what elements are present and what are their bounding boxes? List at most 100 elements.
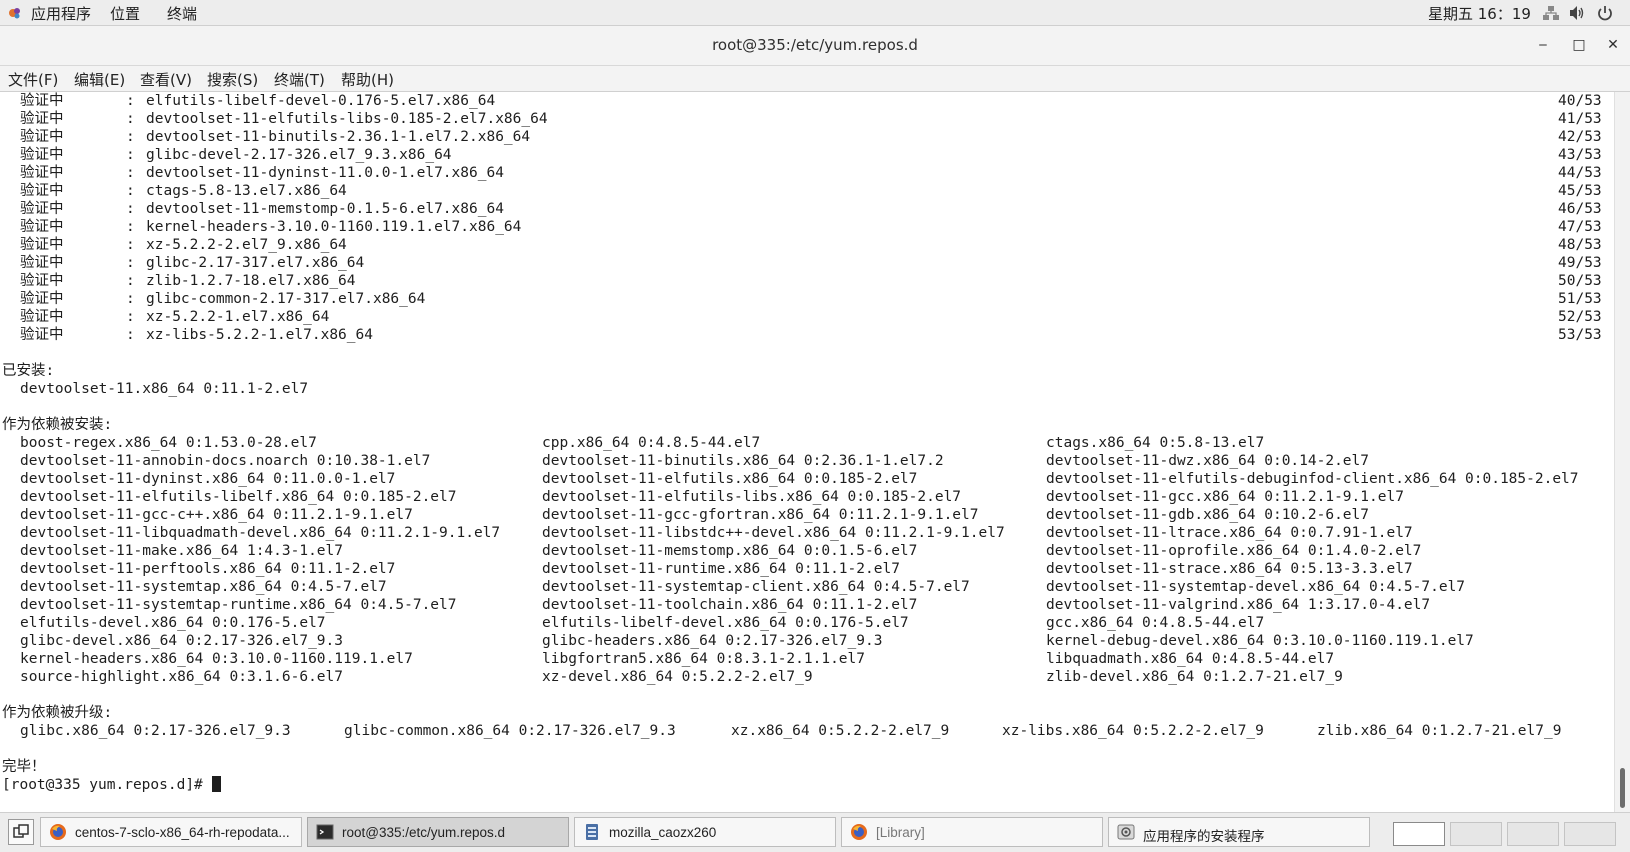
dependency-package: devtoolset-11-gcc-c++.x86_64 0:11.2.1-9.…	[20, 507, 413, 523]
dependency-package: devtoolset-11-elfutils.x86_64 0:0.185-2.…	[542, 471, 918, 487]
dependency-package: elfutils-devel.x86_64 0:0.176-5.el7	[20, 615, 326, 631]
taskbar-item[interactable]: 应用程序的安装程序	[1108, 817, 1370, 847]
verify-package: xz-5.2.2-1.el7.x86_64	[146, 309, 330, 325]
verify-separator: :	[126, 327, 135, 343]
terminal-output[interactable]: 验证中: elfutils-libelf-devel-0.176-5.el7.x8…	[0, 92, 1614, 812]
taskbar-item[interactable]: [Library]	[841, 817, 1103, 847]
upgraded-package: glibc.x86_64 0:2.17-326.el7_9.3	[20, 723, 291, 739]
top-panel: 应用程序 位置 终端 星期五 16：19	[0, 0, 1630, 26]
verify-separator: :	[126, 165, 135, 181]
dependency-package: devtoolset-11-systemtap-runtime.x86_64 0…	[20, 597, 457, 613]
verify-separator: :	[126, 93, 135, 109]
verify-label: 验证中	[20, 201, 64, 217]
workspace-1[interactable]	[1393, 822, 1445, 846]
maximize-button[interactable]: □	[1566, 32, 1592, 58]
window-titlebar[interactable]: root@335:/etc/yum.repos.d ‒ □ ✕	[0, 26, 1630, 66]
file-manager-icon	[586, 824, 598, 840]
dependency-package: kernel-headers.x86_64 0:3.10.0-1160.119.…	[20, 651, 413, 667]
volume-icon[interactable]	[1568, 4, 1586, 22]
verify-label: 验证中	[20, 93, 64, 109]
verify-count: 41/53	[1558, 111, 1602, 127]
dependency-package: devtoolset-11-annobin-docs.noarch 0:10.3…	[20, 453, 431, 469]
dependency-package: libgfortran5.x86_64 0:8.3.1-2.1.1.el7	[542, 651, 866, 667]
taskbar-item-label: mozilla_caozx260	[609, 825, 717, 840]
dependency-package: devtoolset-11-gdb.x86_64 0:10.2-6.el7	[1046, 507, 1370, 523]
dependencies-header: 作为依赖被安装:	[2, 417, 113, 433]
dependency-package: devtoolset-11-make.x86_64 1:4.3-1.el7	[20, 543, 344, 559]
scrollbar-thumb[interactable]	[1620, 768, 1625, 808]
power-icon[interactable]	[1596, 4, 1614, 22]
applications-menu[interactable]: 应用程序	[31, 3, 91, 24]
verify-count: 50/53	[1558, 273, 1602, 289]
terminal-scrollbar[interactable]	[1614, 92, 1630, 812]
dependency-package: devtoolset-11-elfutils-libelf.x86_64 0:0…	[20, 489, 457, 505]
dependency-package: devtoolset-11-oprofile.x86_64 0:1.4.0-2.…	[1046, 543, 1422, 559]
dependency-package: devtoolset-11-dyninst.x86_64 0:11.0.0-1.…	[20, 471, 396, 487]
menu-terminal[interactable]: 终端(T)	[274, 69, 325, 90]
dependency-package: devtoolset-11-systemtap.x86_64 0:4.5-7.e…	[20, 579, 387, 595]
verify-separator: :	[126, 255, 135, 271]
applications-menu-icon[interactable]	[8, 6, 22, 20]
verify-count: 45/53	[1558, 183, 1602, 199]
dependency-package: cpp.x86_64 0:4.8.5-44.el7	[542, 435, 761, 451]
verify-label: 验证中	[20, 291, 64, 307]
installer-icon	[1117, 824, 1135, 840]
menubar: 文件(F) 编辑(E) 查看(V) 搜索(S) 终端(T) 帮助(H)	[0, 66, 1630, 92]
verify-label: 验证中	[20, 273, 64, 289]
taskbar-item[interactable]: centos-7-sclo-x86_64-rh-repodata...	[40, 817, 302, 847]
dependency-package: glibc-devel.x86_64 0:2.17-326.el7_9.3	[20, 633, 344, 649]
menu-view[interactable]: 查看(V)	[140, 69, 192, 90]
terminal-app-menu[interactable]: 终端	[167, 3, 197, 24]
dependency-package: glibc-headers.x86_64 0:2.17-326.el7_9.3	[542, 633, 883, 649]
taskbar: centos-7-sclo-x86_64-rh-repodata... root@…	[0, 812, 1630, 852]
verify-separator: :	[126, 129, 135, 145]
verify-count: 49/53	[1558, 255, 1602, 271]
verify-count: 46/53	[1558, 201, 1602, 217]
taskbar-item[interactable]: root@335:/etc/yum.repos.d	[307, 817, 569, 847]
dependency-package: devtoolset-11-elfutils-libs.x86_64 0:0.1…	[542, 489, 962, 505]
dependency-package: devtoolset-11-valgrind.x86_64 1:3.17.0-4…	[1046, 597, 1431, 613]
workspace-2[interactable]	[1450, 822, 1502, 846]
verify-package: glibc-2.17-317.el7.x86_64	[146, 255, 365, 271]
dependency-package: libquadmath.x86_64 0:4.8.5-44.el7	[1046, 651, 1335, 667]
verify-count: 51/53	[1558, 291, 1602, 307]
verify-count: 52/53	[1558, 309, 1602, 325]
dependency-package: devtoolset-11-gcc.x86_64 0:11.2.1-9.1.el…	[1046, 489, 1404, 505]
clock[interactable]: 星期五 16：19	[1428, 3, 1531, 24]
taskbar-item-label: centos-7-sclo-x86_64-rh-repodata...	[75, 825, 290, 840]
taskbar-item[interactable]: mozilla_caozx260	[574, 817, 836, 847]
verify-count: 43/53	[1558, 147, 1602, 163]
minimize-button[interactable]: ‒	[1530, 32, 1556, 58]
installed-header: 已安装:	[2, 363, 55, 379]
verify-count: 44/53	[1558, 165, 1602, 181]
menu-edit[interactable]: 编辑(E)	[74, 69, 125, 90]
verify-label: 验证中	[20, 111, 64, 127]
dependency-package: devtoolset-11-dwz.x86_64 0:0.14-2.el7	[1046, 453, 1370, 469]
dependency-package: devtoolset-11-libquadmath-devel.x86_64 0…	[20, 525, 501, 541]
verify-count: 40/53	[1558, 93, 1602, 109]
network-icon[interactable]	[1542, 4, 1560, 22]
dependency-package: devtoolset-11-ltrace.x86_64 0:0.7.91-1.e…	[1046, 525, 1413, 541]
dependency-package: devtoolset-11-toolchain.x86_64 0:11.1-2.…	[542, 597, 918, 613]
verify-package: zlib-1.2.7-18.el7.x86_64	[146, 273, 356, 289]
places-menu[interactable]: 位置	[110, 3, 140, 24]
show-desktop-button[interactable]	[8, 819, 34, 845]
dependency-package: source-highlight.x86_64 0:3.1.6-6.el7	[20, 669, 344, 685]
close-button[interactable]: ✕	[1600, 32, 1626, 58]
workspace-3[interactable]	[1507, 822, 1559, 846]
verify-separator: :	[126, 147, 135, 163]
verify-separator: :	[126, 309, 135, 325]
dependency-package: devtoolset-11-systemtap-devel.x86_64 0:4…	[1046, 579, 1466, 595]
menu-file[interactable]: 文件(F)	[8, 69, 58, 90]
taskbar-item-label: root@335:/etc/yum.repos.d	[342, 825, 506, 840]
dependency-package: gcc.x86_64 0:4.8.5-44.el7	[1046, 615, 1265, 631]
dependency-package: devtoolset-11-elfutils-debuginfod-client…	[1046, 471, 1579, 487]
menu-help[interactable]: 帮助(H)	[341, 69, 394, 90]
verify-package: kernel-headers-3.10.0-1160.119.1.el7.x86…	[146, 219, 522, 235]
workspace-4[interactable]	[1564, 822, 1616, 846]
menu-search[interactable]: 搜索(S)	[207, 69, 258, 90]
shell-prompt: [root@335 yum.repos.d]#	[2, 776, 221, 794]
verify-count: 42/53	[1558, 129, 1602, 145]
verify-package: devtoolset-11-memstomp-0.1.5-6.el7.x86_6…	[146, 201, 504, 217]
verify-package: glibc-common-2.17-317.el7.x86_64	[146, 291, 426, 307]
